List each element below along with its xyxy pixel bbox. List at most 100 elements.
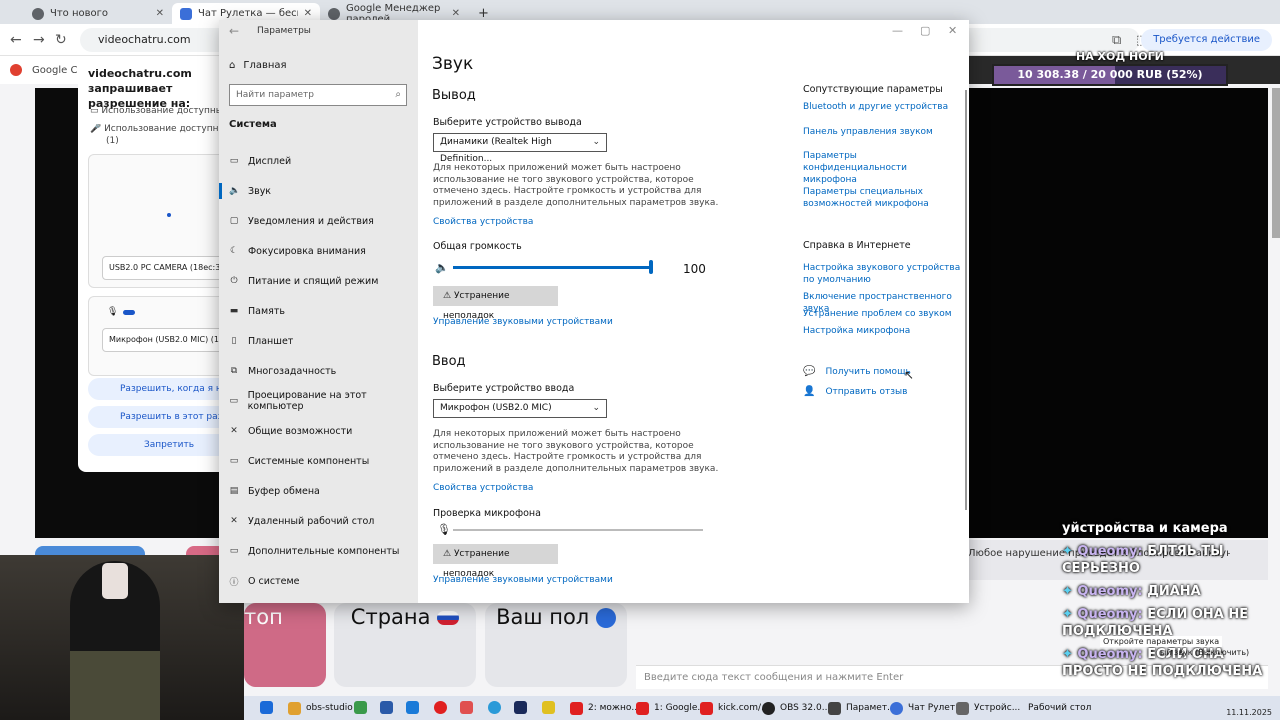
chat-username: Queomy: [1077,607,1143,622]
page-title: Звук [432,54,474,74]
app-icon[interactable] [354,701,367,714]
taskbar-item-chrome[interactable]: Чат Рулет... [890,696,964,720]
photoshop-icon[interactable] [514,701,527,714]
page-scrollbar[interactable] [1272,88,1280,238]
send-feedback-link[interactable]: 👤 Отправить отзыв [803,386,907,397]
sidebar-item[interactable]: ▢ Уведомления и действия [219,209,418,233]
close-icon[interactable]: ✕ [156,8,164,19]
sidebar-item[interactable]: ▭ Дисплей [219,149,418,173]
info-icon: ⓘ [229,577,239,588]
forward-arrow-icon[interactable]: → [33,32,45,48]
sidebar-item[interactable]: ▭ Системные компоненты [219,449,418,473]
sidebar-item[interactable]: ⏻ Питание и спящий режим [219,269,418,293]
donation-goal-label: 10 308.38 / 20 000 RUB (52%) [1017,68,1203,81]
sidebar-item[interactable]: ▯ Планшет [219,329,418,353]
related-link-mic-privacy[interactable]: Параметры конфиденциальности микрофона [803,150,963,186]
tab-label: Чат Рулетка — бесплатный ви [198,8,298,19]
notification-icon: ▢ [229,216,239,226]
translate-icon[interactable]: ⧉ [1112,33,1121,48]
outlook-icon[interactable] [406,701,419,714]
home-nav[interactable]: ⌂ Главная [229,60,287,71]
settings-search-input[interactable]: Найти параметр ⌕ [229,84,407,106]
permission-row-label: Использование доступных ка [101,106,238,116]
sidebar-item[interactable]: ✕ Общие возможности [219,419,418,443]
close-icon[interactable]: ✕ [304,8,312,19]
taskbar-item-kick[interactable]: kick.com/... [700,696,770,720]
allow-once-button[interactable]: Разрешить в этот раз [88,406,238,428]
sidebar-item[interactable]: 🔈 Звук [219,179,418,203]
volume-slider-thumb[interactable] [649,260,653,274]
sidebar-item[interactable]: ▭ Проецирование на этот компьютер [219,389,418,413]
gender-filter-button[interactable]: Ваш пол [485,603,627,687]
country-filter-button[interactable]: Страна [334,603,476,687]
deny-button[interactable]: Запретить [88,434,238,456]
related-link-sound-panel[interactable]: Панель управления звуком [803,126,963,138]
output-manage-devices-link[interactable]: Управление звуковыми устройствами [433,317,613,327]
sidebar-item[interactable]: ▤ Буфер обмена [219,479,418,503]
user-avatar-icon [595,608,616,628]
taskbar-item-devices[interactable]: Устройс... [956,696,1020,720]
plus-icon: + [478,6,489,21]
phone-shape [102,563,128,599]
input-manage-devices-link[interactable]: Управление звуковыми устройствами [433,575,613,585]
taskbar-item-settings[interactable]: Парамет... [828,696,896,720]
maximize-icon[interactable]: ▢ [920,24,930,37]
taskbar-item-obs-app[interactable]: OBS 32.0... [762,696,830,720]
taskbar-item-obs[interactable]: obs-studio [288,696,353,720]
mic-level-bar [123,310,135,315]
mic-select[interactable]: Микрофон (USB2.0 MIC) (18ec:3 [102,328,238,352]
camera-select[interactable]: USB2.0 PC CAMERA (18ec:3399) [102,256,238,280]
tab-whats-new[interactable]: Что нового ✕ [24,3,172,24]
minimize-icon[interactable]: — [892,24,903,37]
sidebar-item-label: Дисплей [248,155,292,167]
warning-icon: ⚠ [443,291,454,301]
app-icon[interactable] [380,701,393,714]
input-troubleshoot-button[interactable]: ⚠ Устранение неполадок [433,544,558,579]
sidebar-item[interactable]: ✕ Удаленный рабочий стол [219,509,418,533]
update-required-button[interactable]: Требуется действие [1141,29,1272,51]
gear-icon [828,701,841,715]
reload-icon[interactable]: ↻ [55,32,67,48]
output-properties-link[interactable]: Свойства устройства [433,217,533,227]
sidebar-item[interactable]: ▭ Дополнительные компоненты [219,539,418,563]
sidebar-item[interactable]: ▬ Память [219,299,418,323]
person-pants [70,651,160,720]
help-link-mic-setup[interactable]: Настройка микрофона [803,325,963,337]
yandex-icon[interactable] [460,701,473,714]
input-properties-link[interactable]: Свойства устройства [433,483,533,493]
get-help-link[interactable]: 💬 Получить помощь [803,366,911,377]
taskbar-item-yandex-2[interactable]: 1: Google... [636,696,706,720]
start-icon[interactable] [260,701,273,714]
help-link-default-device[interactable]: Настройка звукового устройства по умолча… [803,262,963,286]
back-arrow-icon[interactable]: ← [229,24,239,38]
content-scrollbar[interactable] [965,90,967,510]
webcam-feed [0,555,244,720]
back-arrow-icon[interactable]: ← [10,32,22,48]
edge-icon[interactable] [488,701,501,714]
input-heading: Ввод [432,354,466,369]
input-device-value: Микрофон (USB2.0 MIC) [440,403,552,413]
related-link-mic-accessibility[interactable]: Параметры специальных возможностей микро… [803,186,963,210]
desktop-toolbar[interactable]: Рабочий стол [1028,696,1091,720]
sidebar-item[interactable]: ☾ Фокусировка внимания [219,239,418,263]
app-icon[interactable] [542,701,555,714]
country-filter-label: Страна [334,605,476,629]
output-device-dropdown[interactable]: Динамики (Realtek High Definition... ⌄ [433,133,607,164]
related-link-bluetooth[interactable]: Bluetooth и другие устройства [803,101,963,113]
sidebar-item[interactable]: ⧉ Многозадачность [219,359,418,383]
top-button[interactable]: топ [244,603,326,687]
allow-always-button[interactable]: Разрешить, когда я на са [88,378,238,400]
chrome-icon [890,701,903,715]
sidebar-item-label: Общие возможности [248,425,353,437]
close-icon[interactable]: ✕ [948,24,957,37]
opera-icon[interactable] [434,701,447,714]
input-device-dropdown[interactable]: Микрофон (USB2.0 MIC) ⌄ [433,399,607,418]
help-link-fix-sound[interactable]: Устранение проблем со звуком [803,308,963,320]
sidebar-item-label: Питание и спящий режим [248,275,379,287]
desktop-label: Рабочий стол [1028,703,1092,713]
close-icon[interactable]: ✕ [452,8,460,19]
moon-icon: ☾ [229,246,239,256]
output-troubleshoot-button[interactable]: ⚠ Устранение неполадок [433,286,558,321]
sidebar-item[interactable]: ⓘ О системе [219,569,418,593]
taskbar-item-yandex-1[interactable]: 2: можно... [570,696,640,720]
